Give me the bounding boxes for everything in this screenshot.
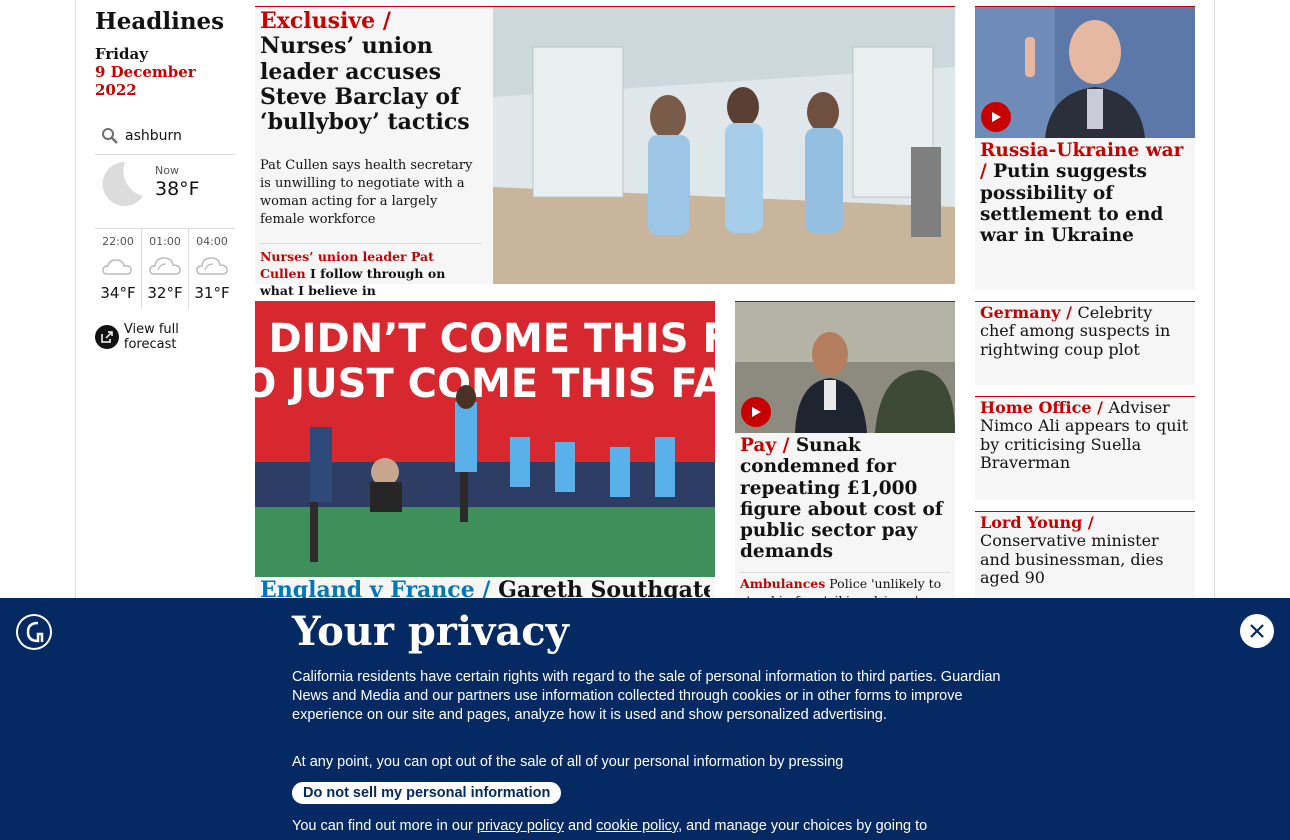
date-day: Friday bbox=[95, 45, 148, 63]
weather-now: Now 38°F bbox=[95, 158, 235, 220]
cloud-icon bbox=[149, 257, 181, 275]
privacy-paragraph-3: You can find out more in our privacy pol… bbox=[292, 818, 1012, 834]
weather-location-search[interactable]: ashburn bbox=[95, 118, 235, 155]
pay-story-kicker: Pay / bbox=[740, 435, 790, 456]
p3-and: and bbox=[567, 818, 593, 834]
forecast-temp: 32°F bbox=[147, 284, 183, 302]
play-icon[interactable] bbox=[981, 102, 1011, 132]
cloud-moon-icon bbox=[102, 259, 132, 275]
date-full: 9 December 2022 bbox=[95, 63, 196, 99]
weather-forecast: 22:00 34°F 01:00 32°F 04:00 31°F bbox=[95, 228, 235, 309]
main-story-standfirst: Pat Cullen says health secretary is unwi… bbox=[260, 158, 473, 227]
side-story-kicker: Lord Young / bbox=[980, 513, 1094, 532]
main-story-headline: Exclusive / Nurses’ union leader accuses… bbox=[260, 8, 485, 136]
side-story-card[interactable]: Germany / Celebrity chef among suspects … bbox=[975, 301, 1195, 385]
close-icon bbox=[1250, 624, 1264, 638]
forecast-temp: 34°F bbox=[100, 284, 136, 302]
search-icon bbox=[102, 128, 118, 144]
pay-story-card[interactable]: Pay / Sunak condemned for repeating £1,0… bbox=[735, 301, 955, 608]
main-story-image bbox=[493, 7, 955, 284]
main-story-related[interactable]: Nurses’ union leader Pat Cullen I follow… bbox=[260, 243, 482, 299]
external-link-icon bbox=[95, 325, 119, 349]
privacy-policy-link[interactable]: privacy policy bbox=[477, 818, 564, 834]
weather-location: ashburn bbox=[125, 128, 182, 144]
privacy-title: Your privacy bbox=[292, 608, 569, 655]
side-story-headline: Germany / Celebrity chef among suspects … bbox=[980, 303, 1190, 359]
main-story-kicker: Exclusive / bbox=[260, 8, 391, 34]
p3-end: , and manage your choices by going to bbox=[678, 818, 928, 834]
russia-story-title: Putin suggests possibility of settlement… bbox=[980, 161, 1164, 247]
main-story-card[interactable]: Exclusive / Nurses’ union leader accuses… bbox=[255, 6, 955, 298]
side-story-card[interactable]: Lord Young / Conservative minister and b… bbox=[975, 511, 1195, 600]
view-full-forecast-label: View full forecast bbox=[123, 322, 179, 352]
forecast-time: 22:00 bbox=[102, 235, 134, 248]
forecast-slot: 04:00 31°F bbox=[188, 229, 235, 309]
play-icon[interactable] bbox=[741, 397, 771, 427]
side-story-title: Conservative minister and businessman, d… bbox=[980, 531, 1164, 588]
privacy-paragraph-1: California residents have certain rights… bbox=[292, 669, 1001, 723]
close-banner-button[interactable] bbox=[1240, 614, 1274, 648]
section-heading: Headlines bbox=[95, 8, 225, 35]
side-story-headline: Lord Young / Conservative minister and b… bbox=[980, 513, 1190, 588]
privacy-paragraph-2: At any point, you can opt out of the sal… bbox=[292, 754, 844, 770]
forecast-temp: 31°F bbox=[194, 284, 230, 302]
cookie-policy-link[interactable]: cookie policy bbox=[596, 818, 678, 834]
england-training-image: WE DIDN’T COME THIS FAR TO JUST COME THI… bbox=[255, 302, 715, 577]
side-story-kicker: Home Office / bbox=[980, 398, 1103, 417]
banner-slogan-line1: WE DIDN’T COME THIS FAR bbox=[255, 316, 715, 362]
pay-story-headline: Pay / Sunak condemned for repeating £1,0… bbox=[740, 435, 952, 563]
weather-now-label: Now bbox=[155, 164, 179, 177]
banner-slogan-line2: TO JUST COME THIS FAR bbox=[255, 361, 715, 407]
moon-icon bbox=[102, 161, 143, 206]
sidebar: Headlines Friday 9 December 2022 ashburn… bbox=[95, 0, 235, 352]
p3-start: You can find out more in our bbox=[292, 818, 473, 834]
weather-now-temp: 38°F bbox=[155, 178, 200, 200]
related-kicker: Ambulances bbox=[740, 576, 826, 591]
russia-story-headline: Russia-Ukraine war / Putin suggests poss… bbox=[980, 140, 1190, 246]
forecast-slot: 22:00 34°F bbox=[95, 229, 141, 309]
view-full-forecast-link[interactable]: View full forecast bbox=[95, 322, 235, 352]
do-not-sell-button[interactable]: Do not sell my personal information bbox=[292, 782, 562, 804]
privacy-banner: Your privacy California residents have c… bbox=[0, 598, 1290, 840]
forecast-time: 04:00 bbox=[196, 235, 228, 248]
side-story-headline: Home Office / Adviser Nimco Ali appears … bbox=[980, 398, 1190, 473]
main-story-title: Nurses’ union leader accuses Steve Barcl… bbox=[260, 33, 470, 136]
russia-story-card[interactable]: Russia-Ukraine war / Putin suggests poss… bbox=[975, 6, 1195, 290]
england-story-card[interactable]: WE DIDN’T COME THIS FAR TO JUST COME THI… bbox=[255, 301, 715, 603]
guardian-logo bbox=[16, 614, 52, 650]
cloud-icon bbox=[196, 257, 228, 275]
forecast-slot: 01:00 32°F bbox=[141, 229, 188, 309]
side-story-card[interactable]: Home Office / Adviser Nimco Ali appears … bbox=[975, 396, 1195, 500]
forecast-time: 01:00 bbox=[149, 235, 181, 248]
side-story-kicker: Germany / bbox=[980, 303, 1072, 322]
